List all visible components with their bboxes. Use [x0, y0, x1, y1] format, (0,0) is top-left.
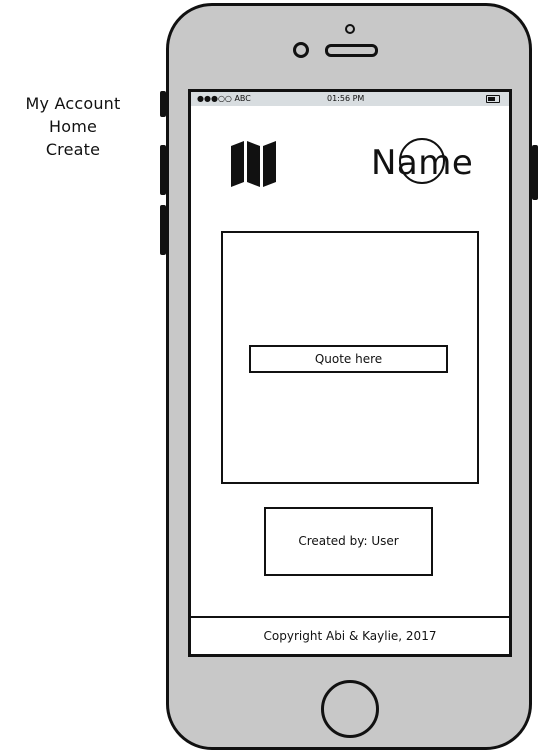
footer-copyright: Copyright Abi & Kaylie, 2017	[191, 616, 509, 654]
volume-down-button	[160, 205, 166, 255]
map-icon[interactable]	[229, 140, 279, 188]
sensor-icon	[345, 24, 355, 34]
home-button[interactable]	[321, 680, 379, 738]
quote-text: Quote here	[249, 345, 448, 373]
speaker-grille	[325, 44, 378, 57]
battery-icon	[486, 95, 500, 103]
status-time: 01:56 PM	[327, 94, 365, 103]
volume-up-button	[160, 145, 166, 195]
created-by-box: Created by: User	[264, 507, 433, 576]
camera-icon	[293, 42, 309, 58]
menu-item-create[interactable]: Create	[18, 138, 128, 161]
menu-item-home[interactable]: Home	[18, 115, 128, 138]
menu-item-my-account[interactable]: My Account	[18, 92, 128, 115]
power-button	[532, 145, 538, 200]
carrier-label: ●●●○○ ABC	[197, 94, 251, 103]
side-menu: My Account Home Create	[18, 92, 128, 161]
status-bar: ●●●○○ ABC 01:56 PM	[191, 92, 509, 106]
phone-screen: ●●●○○ ABC 01:56 PM Name Quote here Creat…	[188, 89, 512, 657]
logo-circle-icon	[399, 138, 445, 184]
mute-switch	[160, 91, 166, 117]
